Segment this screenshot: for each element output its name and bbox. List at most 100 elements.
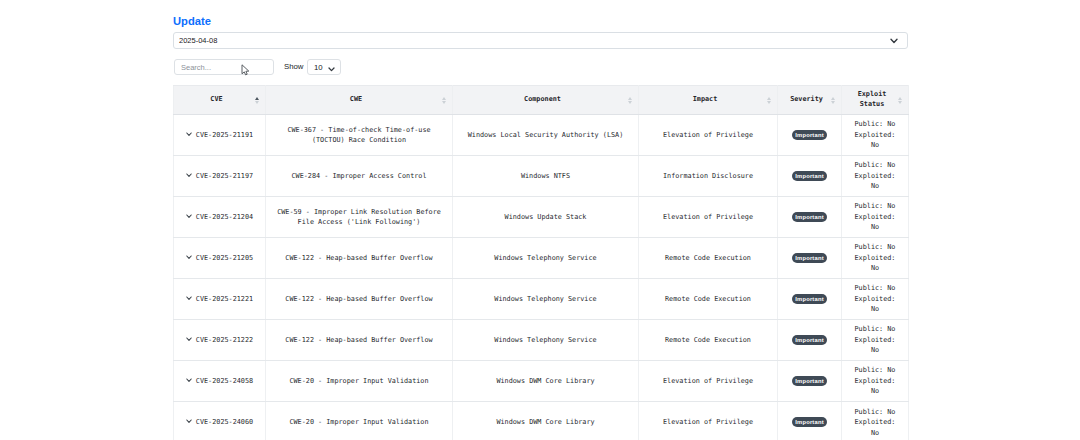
date-select-value: 2025-04-08	[179, 36, 217, 45]
column-header-label: CWE	[350, 95, 362, 103]
column-header-severity[interactable]: Severity	[778, 86, 842, 115]
table-header: CVE CWE Component Impact Severity Exploit Sta…	[174, 86, 909, 115]
component-cell: Windows DWM Core Library	[453, 402, 639, 440]
impact-cell: Remote Code Execution	[639, 238, 778, 279]
search-input[interactable]	[174, 59, 274, 75]
severity-cell: Important	[778, 115, 842, 156]
cve-id: CVE-2025-21197	[196, 171, 253, 182]
severity-badge: Important	[792, 253, 827, 263]
impact-cell: Information Disclosure	[639, 156, 778, 197]
page-title: Update	[173, 16, 211, 27]
cve-id: CVE-2025-21205	[196, 253, 253, 264]
row-expand-chevron-icon[interactable]	[186, 212, 192, 223]
impact-cell: Remote Code Execution	[639, 320, 778, 361]
column-header-component[interactable]: Component	[453, 86, 639, 115]
column-header-exploit[interactable]: Exploit Status	[842, 86, 909, 115]
row-expand-chevron-icon[interactable]	[186, 171, 192, 182]
date-select[interactable]: 2025-04-08	[173, 32, 908, 49]
severity-badge: Important	[792, 130, 827, 140]
exploit-status-cell: Public: No Exploited: No	[842, 238, 909, 279]
cwe-cell: CWE-20 - Improper Input Validation	[266, 361, 453, 402]
table-row: CVE-2025-24060 CWE-20 - Improper Input Va…	[174, 402, 909, 440]
component-cell: Windows Telephony Service	[453, 279, 639, 320]
component-cell: Windows Telephony Service	[453, 238, 639, 279]
impact-cell: Elevation of Privilege	[639, 402, 778, 440]
column-header-cwe[interactable]: CWE	[266, 86, 453, 115]
component-cell: Windows DWM Core Library	[453, 361, 639, 402]
impact-cell: Remote Code Execution	[639, 279, 778, 320]
column-header-label: Severity	[790, 95, 823, 103]
exploit-status-cell: Public: No Exploited: No	[842, 279, 909, 320]
cve-table: CVE CWE Component Impact Severity Exploit Sta…	[173, 85, 909, 440]
exploit-status-cell: Public: No Exploited: No	[842, 115, 909, 156]
severity-cell: Important	[778, 279, 842, 320]
sort-icon	[898, 97, 903, 104]
cve-id: CVE-2025-21204	[196, 212, 253, 223]
exploit-status-cell: Public: No Exploited: No	[842, 156, 909, 197]
row-expand-chevron-icon[interactable]	[186, 335, 192, 346]
mouse-cursor-icon	[241, 62, 251, 81]
chevron-down-icon	[890, 37, 898, 46]
severity-cell: Important	[778, 197, 842, 238]
exploit-status-cell: Public: No Exploited: No	[842, 197, 909, 238]
severity-cell: Important	[778, 320, 842, 361]
severity-badge: Important	[792, 417, 827, 427]
severity-cell: Important	[778, 361, 842, 402]
sort-icon	[442, 97, 447, 104]
cwe-cell: CWE-20 - Improper Input Validation	[266, 402, 453, 440]
severity-badge: Important	[792, 335, 827, 345]
cwe-cell: CWE-122 - Heap-based Buffer Overflow	[266, 238, 453, 279]
exploit-status-cell: Public: No Exploited: No	[842, 402, 909, 440]
severity-cell: Important	[778, 156, 842, 197]
cve-cell[interactable]: CVE-2025-21191	[174, 115, 266, 156]
exploit-status-cell: Public: No Exploited: No	[842, 320, 909, 361]
row-expand-chevron-icon[interactable]	[186, 253, 192, 264]
table-controls: Show 10	[173, 59, 908, 75]
row-expand-chevron-icon[interactable]	[186, 376, 192, 387]
cve-id: CVE-2025-21222	[196, 335, 253, 346]
cve-id: CVE-2025-21191	[196, 130, 253, 141]
sort-icon	[767, 97, 772, 104]
table-row: CVE-2025-24058 CWE-20 - Improper Input Va…	[174, 361, 909, 402]
table-row: CVE-2025-21221 CWE-122 - Heap-based Buffe…	[174, 279, 909, 320]
column-header-cve[interactable]: CVE	[174, 86, 266, 115]
cve-cell[interactable]: CVE-2025-24058	[174, 361, 266, 402]
cve-id: CVE-2025-24058	[196, 376, 253, 387]
row-expand-chevron-icon[interactable]	[186, 417, 192, 428]
impact-cell: Elevation of Privilege	[639, 361, 778, 402]
cwe-cell: CWE-284 - Improper Access Control	[266, 156, 453, 197]
table-row: CVE-2025-21205 CWE-122 - Heap-based Buffe…	[174, 238, 909, 279]
sort-icon	[255, 97, 260, 104]
cwe-cell: CWE-122 - Heap-based Buffer Overflow	[266, 279, 453, 320]
severity-badge: Important	[792, 171, 827, 181]
row-expand-chevron-icon[interactable]	[186, 130, 192, 141]
cve-cell[interactable]: CVE-2025-21204	[174, 197, 266, 238]
severity-cell: Important	[778, 238, 842, 279]
component-cell: Windows Telephony Service	[453, 320, 639, 361]
chevron-down-icon	[328, 65, 335, 74]
sort-icon	[831, 97, 836, 104]
component-cell: Windows Update Stack	[453, 197, 639, 238]
page-size-select[interactable]: 10	[307, 59, 341, 75]
cve-cell[interactable]: CVE-2025-21197	[174, 156, 266, 197]
column-header-label: Impact	[693, 95, 718, 103]
sort-icon	[628, 97, 633, 104]
row-expand-chevron-icon[interactable]	[186, 294, 192, 305]
page-size-value: 10	[314, 63, 323, 72]
cve-id: CVE-2025-21221	[196, 294, 253, 305]
table-row: CVE-2025-21222 CWE-122 - Heap-based Buffe…	[174, 320, 909, 361]
cve-cell[interactable]: CVE-2025-21205	[174, 238, 266, 279]
show-label: Show	[284, 59, 304, 75]
cwe-cell: CWE-122 - Heap-based Buffer Overflow	[266, 320, 453, 361]
cve-id: CVE-2025-24060	[196, 417, 253, 428]
column-header-label: CVE	[210, 95, 222, 103]
cve-cell[interactable]: CVE-2025-21222	[174, 320, 266, 361]
cve-cell[interactable]: CVE-2025-21221	[174, 279, 266, 320]
cwe-cell: CWE-367 - Time-of-check Time-of-use (TOC…	[266, 115, 453, 156]
exploit-status-cell: Public: No Exploited: No	[842, 361, 909, 402]
component-cell: Windows NTFS	[453, 156, 639, 197]
column-header-label: Component	[524, 95, 561, 103]
cve-cell[interactable]: CVE-2025-24060	[174, 402, 266, 440]
table-row: CVE-2025-21204CWE-59 - Improper Link Res…	[174, 197, 909, 238]
column-header-impact[interactable]: Impact	[639, 86, 778, 115]
